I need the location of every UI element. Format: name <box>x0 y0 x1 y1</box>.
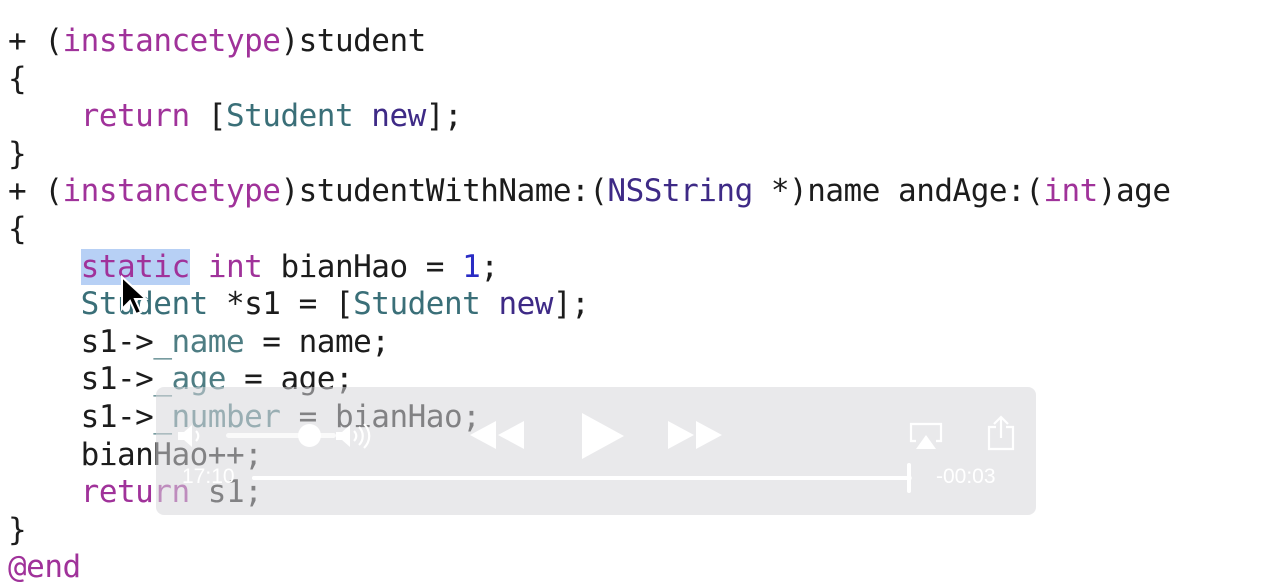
video-player-controls: 17:10 -00:03 <box>156 387 1036 515</box>
code-token: 1 <box>462 248 481 285</box>
code-token: + ( <box>8 23 63 59</box>
code-token: @end <box>8 549 81 586</box>
code-token: s1-> <box>8 361 154 398</box>
code-token: new <box>371 98 426 135</box>
code-token: ]; <box>552 286 590 323</box>
progress-scrubber[interactable] <box>252 463 912 493</box>
code-token: new <box>498 286 553 323</box>
code-token: s1-> <box>8 399 154 435</box>
code-token: } <box>8 135 27 172</box>
code-token: [ <box>189 98 227 135</box>
volume-low-icon <box>178 425 200 447</box>
code-token: *s1 = [ <box>207 286 354 323</box>
code-token: { <box>8 60 27 97</box>
volume-knob[interactable] <box>297 424 321 447</box>
code-token: + ( <box>8 173 63 210</box>
code-line: static int bianHao = 1; <box>8 248 499 286</box>
code-token: { <box>8 211 27 247</box>
elapsed-time: 17:10 <box>182 465 235 488</box>
code-line: Student *s1 = [Student new]; <box>8 285 590 323</box>
code-token: int <box>207 248 263 285</box>
code-token: s1-> <box>8 323 154 360</box>
code-line: { <box>8 60 27 98</box>
code-token: instancetype <box>62 173 281 210</box>
code-token: ; <box>480 248 499 285</box>
code-token: )age <box>1097 173 1171 210</box>
progress-knob[interactable] <box>906 463 911 493</box>
code-line: { <box>8 210 27 248</box>
code-token: int <box>1043 173 1098 210</box>
code-line: + (instancetype)studentWithName:(NSStrin… <box>8 172 1171 210</box>
code-token: return <box>80 98 190 135</box>
code-line: return [Student new]; <box>8 97 463 135</box>
code-token: *)name andAge:( <box>752 173 1044 210</box>
code-token: ]; <box>425 98 463 135</box>
code-token: bianHao = <box>262 248 463 285</box>
code-line: @end <box>8 548 81 586</box>
rewind-icon[interactable] <box>468 419 526 451</box>
volume-slider[interactable] <box>226 424 336 447</box>
code-token: Student <box>225 98 354 135</box>
code-token: )student <box>280 23 426 59</box>
code-token: )studentWithName:( <box>280 173 608 210</box>
play-icon[interactable] <box>576 411 626 461</box>
code-line: s1->_name = name; <box>8 323 390 361</box>
code-token: Student <box>353 286 481 323</box>
code-line: } <box>8 511 27 549</box>
code-token: NSString <box>607 173 753 210</box>
code-line: } <box>8 135 27 173</box>
code-token: } <box>8 511 27 548</box>
progress-fill <box>252 476 909 480</box>
code-line: + (instancetype)student <box>8 22 426 60</box>
fast-forward-icon[interactable] <box>666 419 724 451</box>
airplay-icon[interactable] <box>908 421 944 451</box>
volume-high-icon <box>336 423 371 449</box>
code-token: instancetype <box>62 23 281 59</box>
share-icon[interactable] <box>986 415 1016 451</box>
remaining-time: -00:03 <box>936 465 996 488</box>
code-token: _name <box>153 323 245 360</box>
code-token: = name; <box>244 323 390 360</box>
mouse-pointer-icon <box>121 275 149 316</box>
